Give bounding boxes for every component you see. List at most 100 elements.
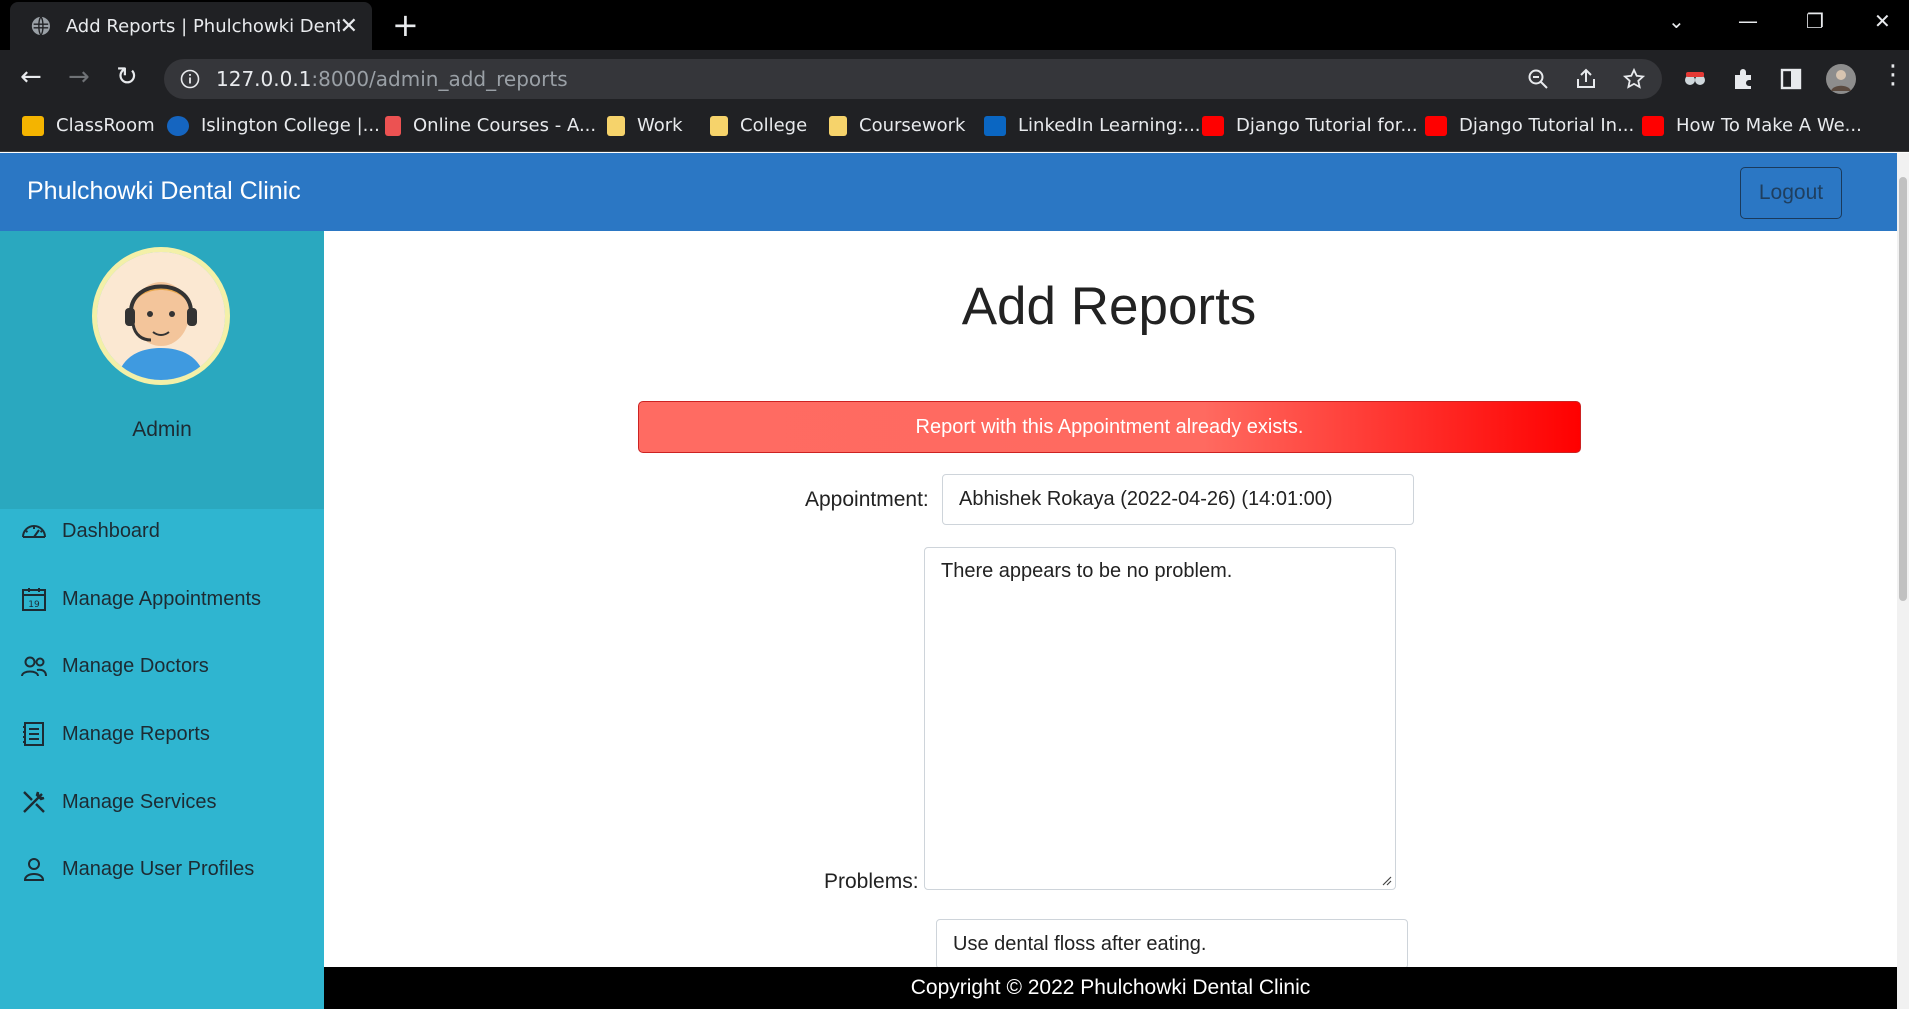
sidebar-item-label: Manage User Profiles — [62, 857, 255, 880]
youtube-icon — [1202, 115, 1224, 136]
browser-menu-icon[interactable]: ⋮ — [1880, 60, 1906, 90]
bookmark-label: Islington College |... — [201, 115, 380, 136]
url-path: :8000/admin_add_reports — [311, 67, 568, 91]
browser-tab[interactable]: Add Reports | Phulchowki Dental ✕ — [10, 2, 372, 50]
bookmarks-bar: ClassRoom Islington College |... Online … — [0, 106, 1909, 152]
bookmark-udemy[interactable]: Online Courses - A... — [385, 115, 596, 136]
bookmark-label: Coursework — [859, 115, 966, 136]
problems-textarea[interactable]: There appears to be no problem. — [924, 547, 1396, 890]
sidebar-item-services[interactable]: Manage Services — [0, 777, 324, 827]
sidebar-item-doctors[interactable]: Manage Doctors — [0, 641, 324, 691]
folder-icon — [829, 115, 847, 136]
puzzle-icon[interactable] — [1730, 66, 1756, 92]
admin-name: Admin — [132, 418, 192, 441]
bookmark-islington[interactable]: Islington College |... — [167, 115, 380, 136]
globe-icon — [31, 16, 50, 36]
minimize-button[interactable]: — — [1738, 8, 1758, 34]
avatar-illustration — [97, 252, 225, 380]
site-navbar: Phulchowki Dental Clinic Logout — [0, 153, 1897, 231]
islington-icon — [167, 115, 189, 136]
sidebar-item-reports[interactable]: Manage Reports — [0, 709, 324, 759]
new-tab-button[interactable]: + — [392, 8, 419, 42]
folder-icon — [607, 115, 625, 136]
zoom-icon[interactable] — [1526, 67, 1550, 91]
page-footer: Copyright © 2022 Phulchowki Dental Clini… — [324, 967, 1897, 1009]
bookmark-college[interactable]: College — [710, 115, 807, 136]
youtube-icon — [1642, 115, 1664, 136]
page-scrollbar[interactable] — [1897, 153, 1909, 1009]
appointment-value: Abhishek Rokaya (2022-04-26) (14:01:00) — [959, 488, 1333, 510]
sidebar-item-label: Manage Services — [62, 790, 217, 813]
resize-handle-icon[interactable] — [1380, 874, 1392, 886]
folder-icon — [710, 115, 728, 136]
sidebar-item-user-profiles[interactable]: Manage User Profiles — [0, 844, 324, 894]
advice-value: Use dental floss after eating. — [953, 932, 1207, 955]
sidebar-item-label: Manage Appointments — [62, 587, 262, 610]
dashboard-icon — [22, 525, 46, 538]
bookmark-django-tutorial-for[interactable]: Django Tutorial for... — [1202, 115, 1418, 136]
url-host: 127.0.0.1 — [216, 67, 312, 91]
bookmark-how-to-make[interactable]: How To Make A We... — [1642, 115, 1862, 136]
brand-title[interactable]: Phulchowki Dental Clinic — [27, 177, 301, 206]
user-icon — [23, 858, 45, 881]
admin-avatar — [92, 247, 230, 385]
close-window-button[interactable]: ✕ — [1874, 8, 1891, 34]
calendar-icon: 19 — [22, 588, 46, 611]
bookmark-label: Django Tutorial for... — [1236, 115, 1418, 136]
problems-label: Problems: — [824, 870, 919, 893]
sidebar-profile: Admin — [0, 231, 324, 509]
sidebar-item-label: Manage Doctors — [62, 654, 209, 677]
youtube-icon — [1425, 115, 1447, 136]
tab-title: Add Reports | Phulchowki Dental — [65, 15, 340, 37]
error-alert: Report with this Appointment already exi… — [638, 401, 1581, 453]
scrollbar-thumb[interactable] — [1899, 177, 1907, 601]
browser-toolbar: ← → ↻ 127.0.0.1:8000/admin_add_reports ⋮ — [0, 50, 1909, 106]
forward-button[interactable]: → — [68, 62, 90, 92]
advice-input[interactable]: Use dental floss after eating. — [936, 919, 1408, 969]
bookmark-label: College — [740, 115, 808, 136]
restore-button[interactable]: ❐ — [1806, 8, 1824, 34]
url-text: 127.0.0.1:8000/admin_add_reports — [216, 67, 568, 91]
page-title: Add Reports — [961, 277, 1257, 336]
side-panel-icon[interactable] — [1778, 66, 1804, 92]
profile-avatar-icon[interactable] — [1825, 63, 1857, 95]
bookmark-django-tutorial-in[interactable]: Django Tutorial In... — [1425, 115, 1634, 136]
problems-value: There appears to be no problem. — [941, 560, 1233, 582]
bookmark-linkedin-learning[interactable]: LinkedIn Learning:... — [984, 115, 1201, 136]
bookmark-label: Online Courses - A... — [413, 115, 597, 136]
star-icon[interactable] — [1622, 67, 1646, 91]
address-bar[interactable]: 127.0.0.1:8000/admin_add_reports — [164, 59, 1662, 99]
appointment-select[interactable]: Abhishek Rokaya (2022-04-26) (14:01:00) — [942, 474, 1414, 525]
bookmark-label: How To Make A We... — [1676, 115, 1862, 136]
bookmark-label: ClassRoom — [56, 115, 155, 136]
sidebar-item-appointments[interactable]: 19 Manage Appointments — [0, 574, 324, 624]
browser-tab-strip: Add Reports | Phulchowki Dental ✕ + ⌄ — … — [0, 0, 1909, 50]
reload-button[interactable]: ↻ — [116, 62, 138, 92]
main-content: Add Reports Report with this Appointment… — [324, 231, 1897, 969]
classroom-icon — [22, 115, 44, 136]
share-icon[interactable] — [1574, 67, 1598, 91]
bookmark-label: Django Tutorial In... — [1459, 115, 1635, 136]
tab-search-icon[interactable]: ⌄ — [1668, 8, 1685, 34]
appointment-label: Appointment: — [805, 488, 929, 511]
back-button[interactable]: ← — [20, 62, 42, 92]
users-icon — [21, 656, 47, 677]
bookmark-coursework[interactable]: Coursework — [829, 115, 965, 136]
close-tab-icon[interactable]: ✕ — [340, 14, 358, 39]
bookmark-classroom[interactable]: ClassRoom — [22, 115, 155, 136]
sidebar-item-dashboard[interactable]: Dashboard — [0, 506, 324, 556]
report-icon — [23, 722, 44, 746]
logout-button[interactable]: Logout — [1740, 167, 1842, 219]
sidebar: Admin Dashboard 19 Manage Appointments M… — [0, 231, 324, 1009]
bookmark-label: LinkedIn Learning:... — [1018, 115, 1201, 136]
sidebar-item-label: Manage Reports — [62, 722, 210, 745]
info-icon[interactable] — [180, 69, 200, 89]
bookmark-work[interactable]: Work — [607, 115, 683, 136]
udemy-icon — [385, 115, 401, 136]
tools-icon — [23, 791, 45, 813]
linkedin-learning-icon — [984, 115, 1006, 136]
bookmark-label: Work — [637, 115, 683, 136]
svg-text:19: 19 — [28, 600, 40, 610]
extension-spy-icon[interactable] — [1682, 66, 1708, 92]
sidebar-item-label: Dashboard — [62, 519, 160, 542]
